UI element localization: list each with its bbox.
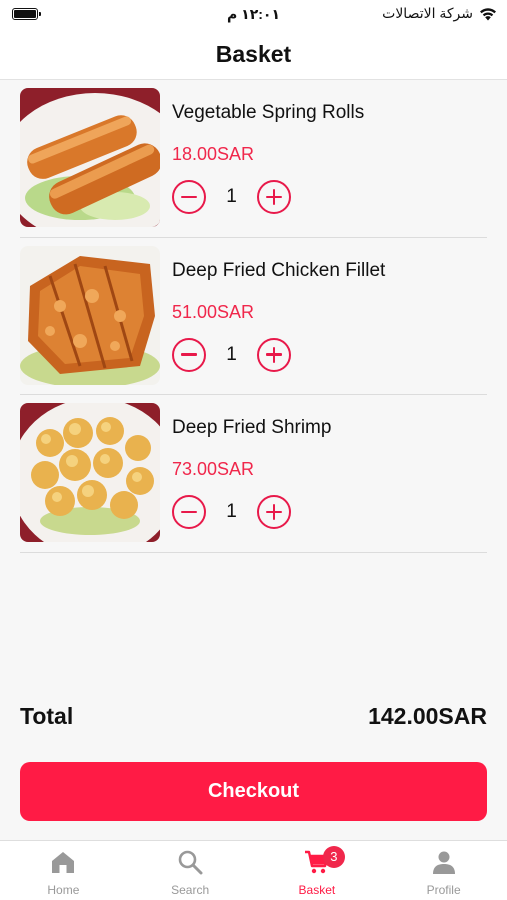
minus-icon — [181, 353, 197, 356]
tab-basket[interactable]: 3 Basket — [254, 841, 381, 900]
quantity-value: 1 — [226, 501, 237, 522]
quantity-value: 1 — [226, 186, 237, 207]
status-bar: ١٢:٠١ م شركة الاتصالات — [0, 0, 507, 30]
quantity-stepper: 1 — [172, 337, 291, 372]
page-title: Basket — [215, 41, 292, 67]
wifi-icon — [480, 7, 496, 20]
tab-label: Basket — [298, 883, 336, 897]
quantity-stepper: 1 — [172, 495, 291, 529]
total-row: Total 142.00SAR — [20, 703, 487, 730]
basket-item: Deep Fried Shrimp 73.00SAR 1 — [20, 395, 487, 553]
basket-item: Deep Fried Chicken Fillet 51.00SAR 1 — [20, 238, 487, 395]
search-icon — [178, 850, 203, 875]
decrease-quantity-button[interactable] — [172, 495, 206, 529]
minus-icon — [181, 195, 197, 199]
item-price: 51.00SAR — [172, 301, 255, 322]
tab-bar: Home Search 3 Basket Profile — [0, 840, 507, 900]
status-right: شركة الاتصالات — [382, 5, 497, 22]
tab-profile[interactable]: Profile — [380, 841, 507, 900]
item-price: 18.00SAR — [172, 144, 255, 164]
item-name: Deep Fried Chicken Fillet — [172, 259, 386, 281]
basket-item: Vegetable Spring Rolls 18.00SAR 1 — [20, 80, 487, 238]
decrease-quantity-button[interactable] — [172, 337, 206, 372]
item-image-chicken-fillet — [20, 245, 160, 385]
home-icon — [52, 852, 75, 873]
item-name: Vegetable Spring Rolls — [172, 102, 365, 123]
person-icon — [432, 851, 455, 874]
tab-label: Search — [171, 883, 210, 897]
increase-quantity-button[interactable] — [257, 180, 291, 214]
checkout-button[interactable]: Checkout — [20, 762, 487, 821]
minus-icon — [181, 510, 197, 514]
tab-label: Home — [47, 883, 80, 897]
item-price: 73.00SAR — [172, 459, 255, 479]
quantity-stepper: 1 — [172, 180, 291, 214]
increase-quantity-button[interactable] — [257, 337, 291, 372]
total-label: Total — [20, 703, 74, 729]
item-name: Deep Fried Shrimp — [172, 417, 332, 438]
decrease-quantity-button[interactable] — [172, 180, 206, 214]
quantity-value: 1 — [226, 343, 237, 365]
total-value: 142.00SAR — [368, 703, 487, 729]
carrier-name: شركة الاتصالات — [382, 5, 473, 21]
item-image-spring-rolls — [20, 88, 160, 227]
basket-list: Vegetable Spring Rolls 18.00SAR 1 Deep F… — [20, 80, 487, 553]
tab-home[interactable]: Home — [0, 841, 127, 900]
header: Basket — [0, 30, 507, 80]
tab-label: Profile — [426, 883, 461, 897]
basket-count-badge: 3 — [322, 846, 345, 868]
increase-quantity-button[interactable] — [257, 495, 291, 529]
tab-search[interactable]: Search — [127, 841, 254, 900]
item-image-fried-shrimp — [20, 403, 160, 542]
